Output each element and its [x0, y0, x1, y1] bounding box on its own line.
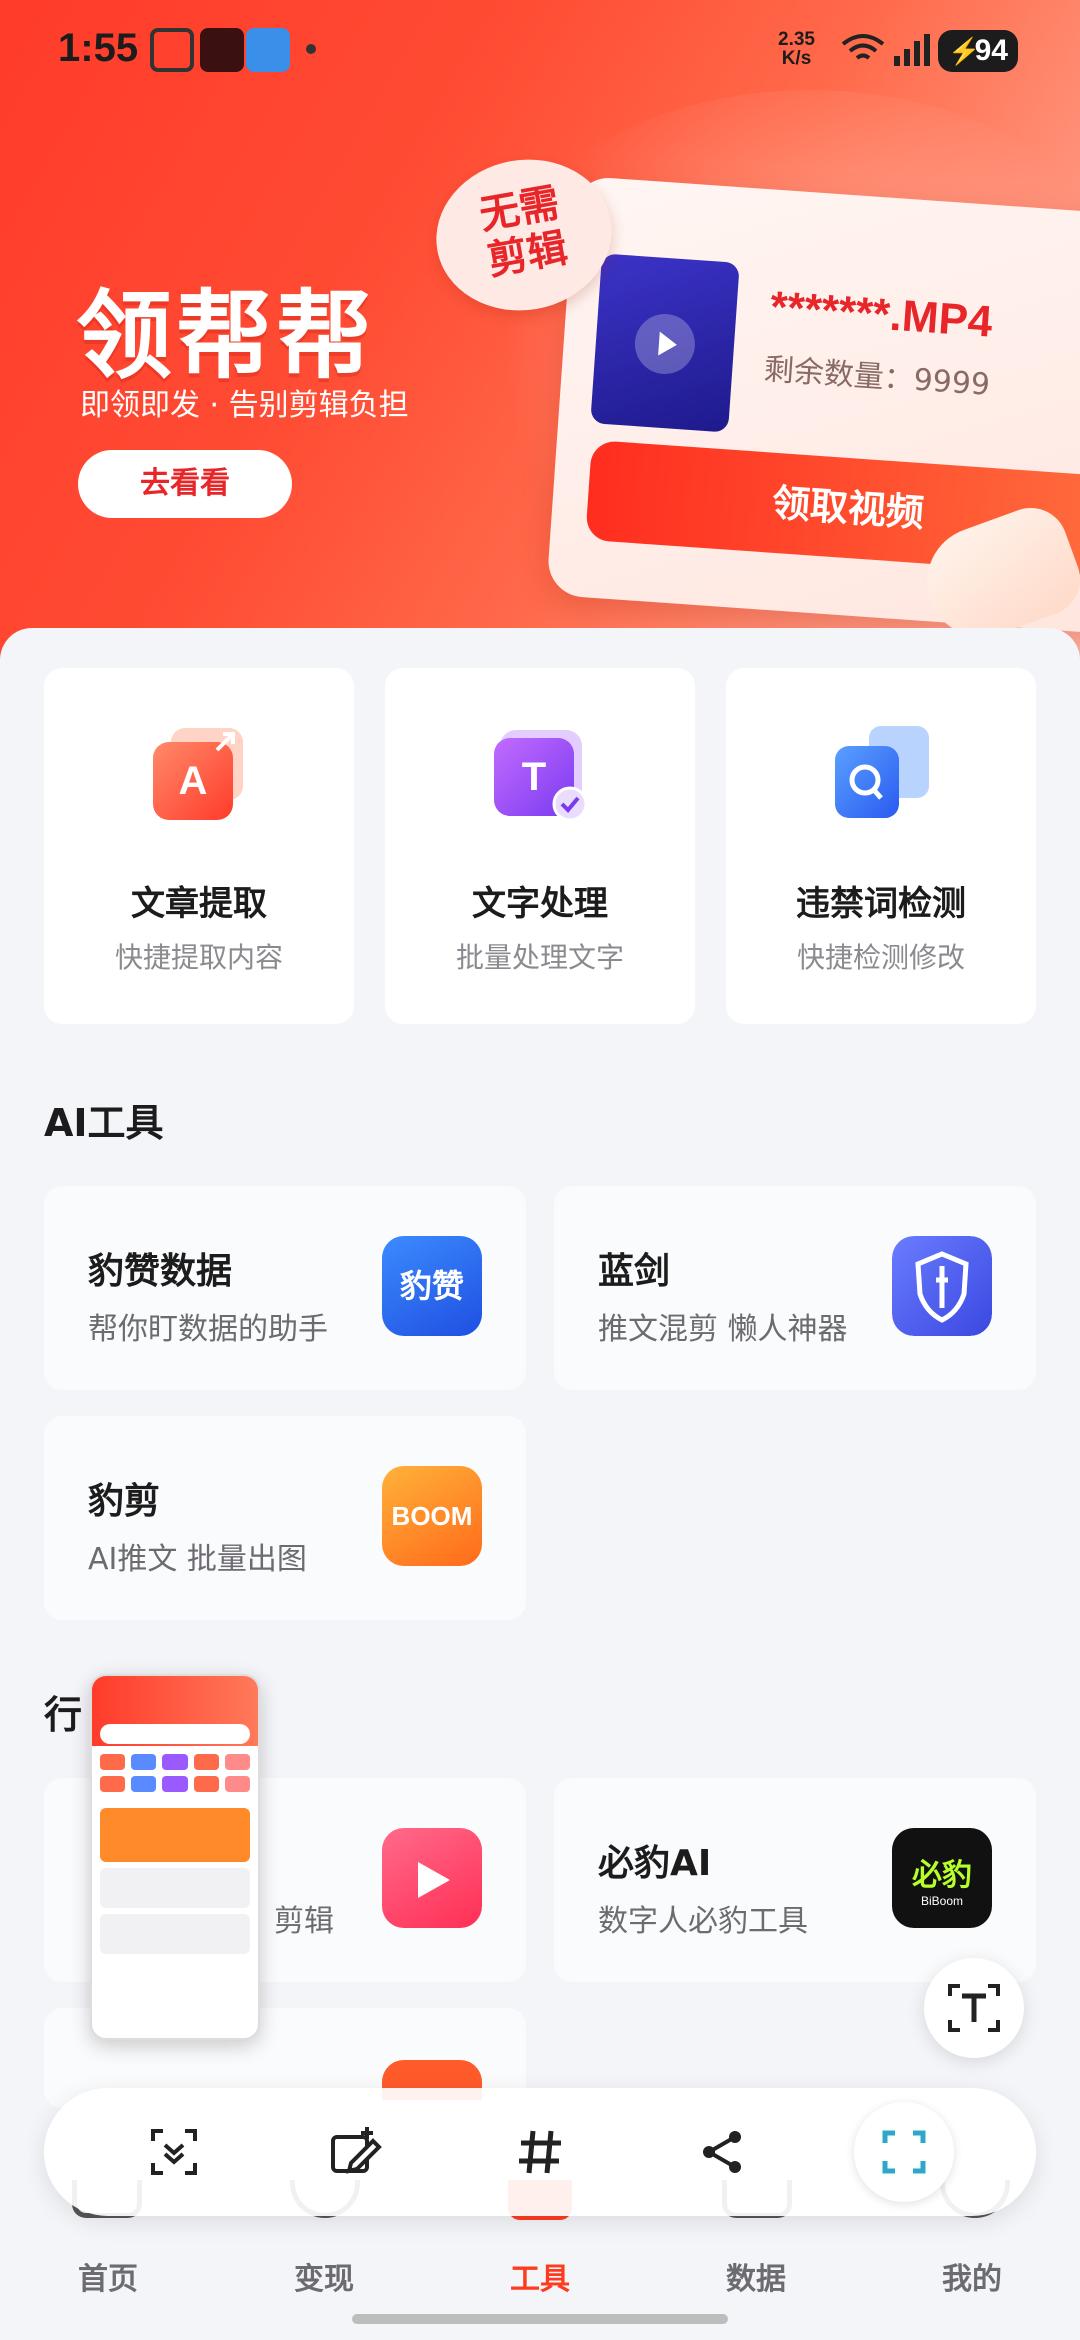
feature-subtitle: 批量处理文字 [455, 941, 624, 974]
tool-card-lanjian[interactable]: 蓝剑 推文混剪 懒人神器 [554, 1186, 1036, 1390]
tool-name: 豹剪 [88, 1481, 161, 1522]
feature-subtitle: 快捷提取内容 [114, 941, 283, 974]
nav-data[interactable]: 数据 [696, 2254, 816, 2298]
banned-word-check-icon [835, 726, 929, 818]
nav-home[interactable]: 首页 [48, 2254, 168, 2298]
play-icon [632, 311, 697, 377]
thumbnail-card [100, 1868, 250, 1908]
cellular-signal-icon [894, 34, 930, 66]
tool-desc: 数字人必豹工具 [598, 1904, 808, 1939]
feature-card-text-process[interactable]: T 文字处理 批量处理文字 [385, 668, 695, 1024]
share-icon [703, 2131, 741, 2173]
hero-subtitle: 即领即发 · 告别剪辑负担 [80, 388, 409, 423]
thumbnail-card [100, 1914, 250, 1954]
home-indicator[interactable] [352, 2314, 728, 2324]
sword-shield-icon [892, 1236, 992, 1336]
network-speed-value: 2.35 [778, 29, 815, 50]
status-bar: 1:55 2.35 K/s ⚡ 94 [0, 0, 1080, 100]
feature-title: 违禁词检测 [796, 884, 966, 924]
industry-section-title: 行 [44, 1693, 83, 1737]
hashtag-button[interactable] [490, 2102, 590, 2202]
bibao-icon-text: 必豹 [912, 1858, 972, 1893]
scroll-capture-button[interactable] [124, 2102, 224, 2202]
article-extract-icon: A [153, 728, 243, 820]
thumbnail-banner [100, 1808, 250, 1862]
ai-tools-section-title: AI工具 [44, 1101, 164, 1145]
feature-card-banned-word-check[interactable]: 违禁词检测 快捷检测修改 [726, 668, 1036, 1024]
feature-subtitle: 快捷检测修改 [796, 941, 965, 974]
go-see-button[interactable]: 去看看 [78, 450, 292, 518]
screenshot-toolbar [44, 2088, 1036, 2216]
nav-monetize[interactable]: 变现 [264, 2254, 384, 2298]
thumbnail-search [100, 1724, 250, 1744]
tool-name: 必豹AI [598, 1843, 712, 1884]
bird-app-notification-icon [246, 28, 290, 72]
boom-icon-text: BOOM [391, 1501, 473, 1531]
tool-card-baojian[interactable]: 豹剪 AI推文 批量出图 BOOM [44, 1416, 526, 1620]
edit-capture-icon [331, 2127, 382, 2174]
tool-desc: 推文混剪 懒人神器 [598, 1312, 848, 1347]
text-scan-icon [948, 1984, 1000, 2032]
hero-banner[interactable]: *******.MP4 剩余数量：9999 领取视频 无需 剪辑 领帮帮 即领即… [0, 0, 1080, 660]
app-notification-icon [200, 28, 244, 72]
charging-icon: ⚡ [948, 36, 981, 66]
svg-text:A: A [179, 759, 208, 803]
video-file-icon [590, 253, 740, 433]
thumbnail-grid [92, 1744, 258, 1802]
screenshot-thumbnail[interactable] [90, 1674, 260, 2040]
scroll-capture-icon [151, 2129, 197, 2175]
svg-text:T: T [522, 755, 546, 799]
feature-title: 文字处理 [472, 884, 608, 924]
hashtag-icon [519, 2130, 561, 2174]
edit-capture-button[interactable] [306, 2102, 406, 2202]
baozan-app-icon: 豹赞 [382, 1236, 482, 1336]
tool-desc: AI推文 批量出图 [88, 1542, 307, 1577]
tool-name: 豹赞数据 [88, 1251, 233, 1292]
tool-desc: 帮你盯数据的助手 [88, 1312, 328, 1347]
stamp-text: 无需 剪辑 [476, 179, 571, 285]
tool-card-baozan-data[interactable]: 豹赞数据 帮你盯数据的助手 豹赞 [44, 1186, 526, 1390]
text-process-icon: T [494, 730, 588, 822]
share-button[interactable] [672, 2102, 772, 2202]
nav-tools[interactable]: 工具 [480, 2254, 600, 2298]
bibao-icon-subtext: BiBoom [920, 1894, 964, 1908]
nav-profile[interactable]: 我的 [912, 2254, 1032, 2298]
feature-title: 文章提取 [131, 884, 267, 924]
video-pig-app-icon [382, 1828, 482, 1928]
battery-indicator: ⚡ 94 [938, 30, 1018, 72]
screenshot-notification-icon [150, 28, 194, 72]
tool-card-bibao-ai[interactable]: 必豹AI 数字人必豹工具 必豹 BiBoom [554, 1778, 1036, 1982]
scan-button[interactable] [854, 2102, 954, 2202]
play-icon [418, 1862, 450, 1898]
feature-card-article-extract[interactable]: A 文章提取 快捷提取内容 [44, 668, 354, 1024]
network-speed-unit: K/s [781, 48, 812, 69]
text-recognition-button[interactable] [924, 1958, 1024, 2058]
bibao-app-icon: 必豹 BiBoom [892, 1828, 992, 1928]
tool-name: 蓝剑 [598, 1251, 671, 1292]
more-notifications-dot-icon [306, 44, 316, 54]
wifi-icon [841, 34, 885, 60]
baozan-icon-text: 豹赞 [399, 1267, 464, 1305]
hero-title: 领帮帮 [76, 280, 376, 392]
status-time: 1:55 [58, 26, 139, 70]
boom-app-icon: BOOM [382, 1466, 482, 1566]
tool-desc: 剪辑 [274, 1904, 334, 1939]
scan-icon [882, 2130, 926, 2174]
network-speed: 2.35 K/s [778, 30, 815, 68]
